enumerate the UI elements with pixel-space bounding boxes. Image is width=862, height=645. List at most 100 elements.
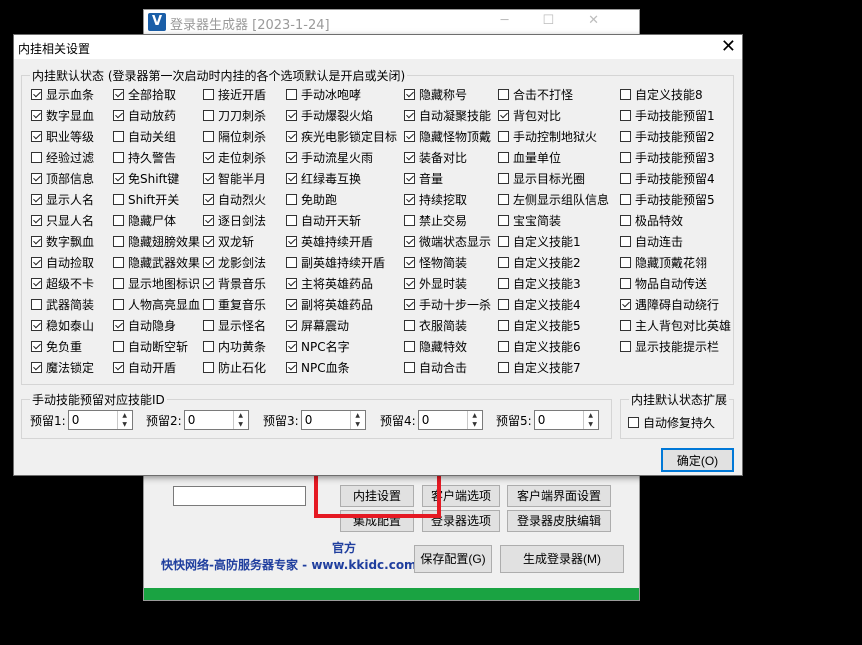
checkbox-option[interactable]: 自动连击 <box>620 233 683 249</box>
skill-id-spinner[interactable]: ▲▼ <box>67 410 133 430</box>
checkbox-box[interactable] <box>113 298 124 310</box>
checkbox-box[interactable] <box>404 172 415 184</box>
checkbox-box[interactable] <box>286 214 297 226</box>
checkbox-box[interactable] <box>286 109 297 121</box>
checkbox-box[interactable] <box>498 361 509 373</box>
checkbox-option[interactable]: 双龙斩 <box>203 233 254 249</box>
maximize-icon[interactable]: ☐ <box>542 13 588 28</box>
checkbox-option[interactable]: 红绿毒互换 <box>286 170 361 186</box>
checkbox-box[interactable] <box>31 151 42 163</box>
checkbox-box[interactable] <box>203 319 214 331</box>
checkbox-option[interactable]: 免助跑 <box>286 191 337 207</box>
checkbox-box[interactable] <box>498 130 509 142</box>
checkbox-box[interactable] <box>620 256 631 268</box>
checkbox-box[interactable] <box>203 88 214 100</box>
checkbox-option[interactable]: 隐藏顶戴花翎 <box>620 254 707 270</box>
checkbox-option[interactable]: 遇障碍自动绕行 <box>620 296 719 312</box>
checkbox-option[interactable]: 屏幕震动 <box>286 317 349 333</box>
checkbox-option[interactable]: 隐藏武器效果 <box>113 254 200 270</box>
checkbox-box[interactable] <box>286 235 297 247</box>
checkbox-box[interactable] <box>113 193 124 205</box>
checkbox-option[interactable]: 手动技能预留5 <box>620 191 715 207</box>
checkbox-box[interactable] <box>498 172 509 184</box>
checkbox-option[interactable]: 外显时装 <box>404 275 467 291</box>
checkbox-option[interactable]: 显示地图标识 <box>113 275 200 291</box>
checkbox-option[interactable]: 隔位刺杀 <box>203 128 266 144</box>
checkbox-option[interactable]: 持久警告 <box>113 149 176 165</box>
checkbox-option[interactable]: 职业等级 <box>31 128 94 144</box>
checkbox-box[interactable] <box>31 130 42 142</box>
checkbox-option[interactable]: 自定义技能2 <box>498 254 581 270</box>
checkbox-box[interactable] <box>203 256 214 268</box>
checkbox-box[interactable] <box>31 193 42 205</box>
checkbox-box[interactable] <box>203 130 214 142</box>
checkbox-box[interactable] <box>404 214 415 226</box>
checkbox-option[interactable]: 宝宝简装 <box>498 212 561 228</box>
checkbox-box[interactable] <box>620 235 631 247</box>
checkbox-option[interactable]: 免Shift键 <box>113 170 179 186</box>
skill-id-spinner[interactable]: ▲▼ <box>183 410 249 430</box>
checkbox-option[interactable]: 微端状态显示 <box>404 233 491 249</box>
checkbox-option[interactable]: 自定义技能1 <box>498 233 581 249</box>
checkbox-option[interactable]: 自动烈火 <box>203 191 266 207</box>
checkbox-option[interactable]: 自动断空斩 <box>113 338 188 354</box>
checkbox-option[interactable]: 免负重 <box>31 338 82 354</box>
checkbox-box[interactable] <box>113 235 124 247</box>
checkbox-option[interactable]: Shift开关 <box>113 191 179 207</box>
checkbox-option[interactable]: 手动技能预留1 <box>620 107 715 123</box>
checkbox-option[interactable]: NPC血条 <box>286 359 350 375</box>
checkbox-option[interactable]: 自定义技能4 <box>498 296 581 312</box>
generate-launcher-button[interactable]: 生成登录器(M) <box>500 545 624 573</box>
checkbox-option[interactable]: 手动控制地狱火 <box>498 128 597 144</box>
checkbox-box[interactable] <box>286 172 297 184</box>
checkbox-option[interactable]: 背包对比 <box>498 107 561 123</box>
checkbox-option[interactable]: 智能半月 <box>203 170 266 186</box>
checkbox-box[interactable] <box>498 319 509 331</box>
checkbox-option[interactable]: 隐藏翅膀效果 <box>113 233 200 249</box>
checkbox-box[interactable] <box>628 416 639 428</box>
checkbox-option[interactable]: 显示技能提示栏 <box>620 338 719 354</box>
spin-up-icon[interactable]: ▲ <box>468 411 482 420</box>
checkbox-box[interactable] <box>203 214 214 226</box>
checkbox-box[interactable] <box>31 277 42 289</box>
checkbox-box[interactable] <box>113 172 124 184</box>
checkbox-box[interactable] <box>620 319 631 331</box>
close-icon[interactable]: ✕ <box>588 13 633 28</box>
minimize-icon[interactable]: ─ <box>501 13 543 28</box>
checkbox-box[interactable] <box>31 235 42 247</box>
checkbox-option[interactable]: 手动爆裂火焰 <box>286 107 373 123</box>
checkbox-option[interactable]: 逐日剑法 <box>203 212 266 228</box>
checkbox-box[interactable] <box>286 340 297 352</box>
checkbox-option[interactable]: 显示怪名 <box>203 317 266 333</box>
checkbox-box[interactable] <box>31 298 42 310</box>
checkbox-box[interactable] <box>286 256 297 268</box>
checkbox-option[interactable]: 显示人名 <box>31 191 94 207</box>
checkbox-box[interactable] <box>498 109 509 121</box>
checkbox-option[interactable]: 显示血条 <box>31 86 94 102</box>
checkbox-option[interactable]: 主人背包对比英雄 <box>620 317 731 333</box>
spin-down-icon[interactable]: ▼ <box>468 420 482 429</box>
checkbox-option[interactable]: 自动隐身 <box>113 317 176 333</box>
checkbox-option[interactable]: 隐藏尸体 <box>113 212 176 228</box>
checkbox-box[interactable] <box>620 277 631 289</box>
checkbox-box[interactable] <box>203 235 214 247</box>
checkbox-option[interactable]: 龙影剑法 <box>203 254 266 270</box>
checkbox-option[interactable]: 禁止交易 <box>404 212 467 228</box>
save-config-button[interactable]: 保存配置(G) <box>414 545 492 573</box>
checkbox-box[interactable] <box>498 340 509 352</box>
checkbox-box[interactable] <box>620 340 631 352</box>
checkbox-box[interactable] <box>498 235 509 247</box>
checkbox-box[interactable] <box>31 361 42 373</box>
checkbox-option[interactable]: 自定义技能5 <box>498 317 581 333</box>
checkbox-option[interactable]: 持续挖取 <box>404 191 467 207</box>
checkbox-option[interactable]: 主将英雄药品 <box>286 275 373 291</box>
checkbox-option[interactable]: 背景音乐 <box>203 275 266 291</box>
checkbox-box[interactable] <box>31 340 42 352</box>
checkbox-option[interactable]: 超级不卡 <box>31 275 94 291</box>
client-ui-settings-button[interactable]: 客户端界面设置 <box>507 485 611 507</box>
checkbox-auto-repair[interactable]: 自动修复持久 <box>628 414 715 430</box>
checkbox-option[interactable]: 自动捡取 <box>31 254 94 270</box>
checkbox-box[interactable] <box>498 88 509 100</box>
checkbox-box[interactable] <box>31 319 42 331</box>
checkbox-option[interactable]: 手动流星火雨 <box>286 149 373 165</box>
